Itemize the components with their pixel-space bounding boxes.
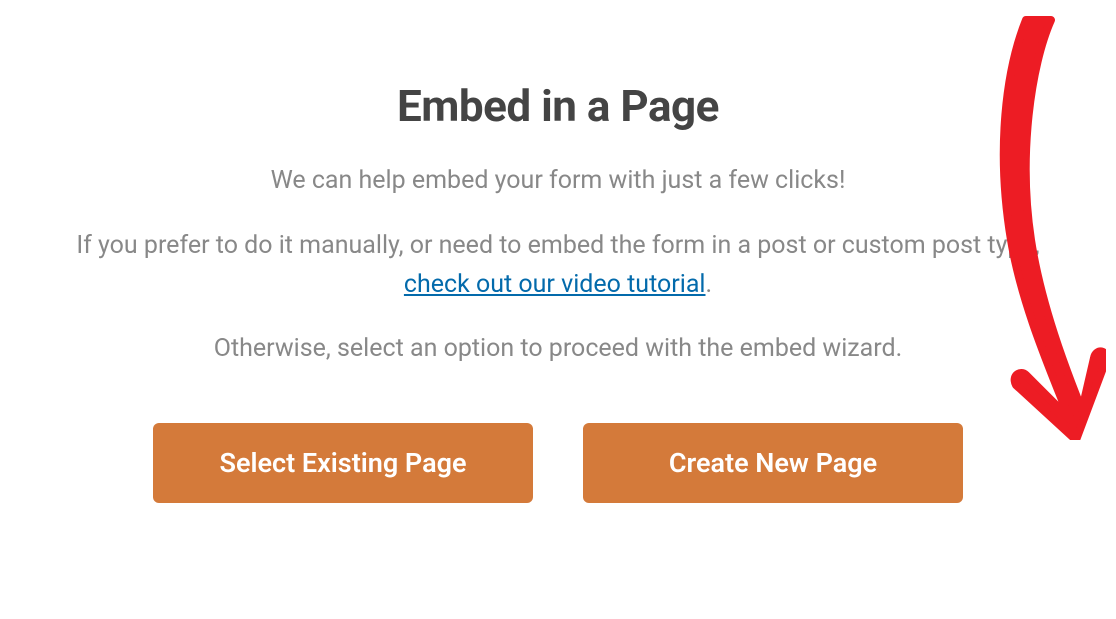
description-2-suffix: . <box>706 270 713 299</box>
create-new-page-button[interactable]: Create New Page <box>583 423 963 503</box>
embed-modal: Embed in a Page We can help embed your f… <box>0 0 1116 543</box>
button-row: Select Existing Page Create New Page <box>60 423 1056 503</box>
modal-description-1: We can help embed your form with just a … <box>60 162 1056 201</box>
video-tutorial-link[interactable]: check out our video tutorial <box>404 270 706 299</box>
description-2-prefix: If you prefer to do it manually, or need… <box>76 231 1039 260</box>
select-existing-page-button[interactable]: Select Existing Page <box>153 423 533 503</box>
modal-title: Embed in a Page <box>60 80 1056 132</box>
modal-description-2: If you prefer to do it manually, or need… <box>60 227 1056 305</box>
modal-description-3: Otherwise, select an option to proceed w… <box>60 330 1056 369</box>
